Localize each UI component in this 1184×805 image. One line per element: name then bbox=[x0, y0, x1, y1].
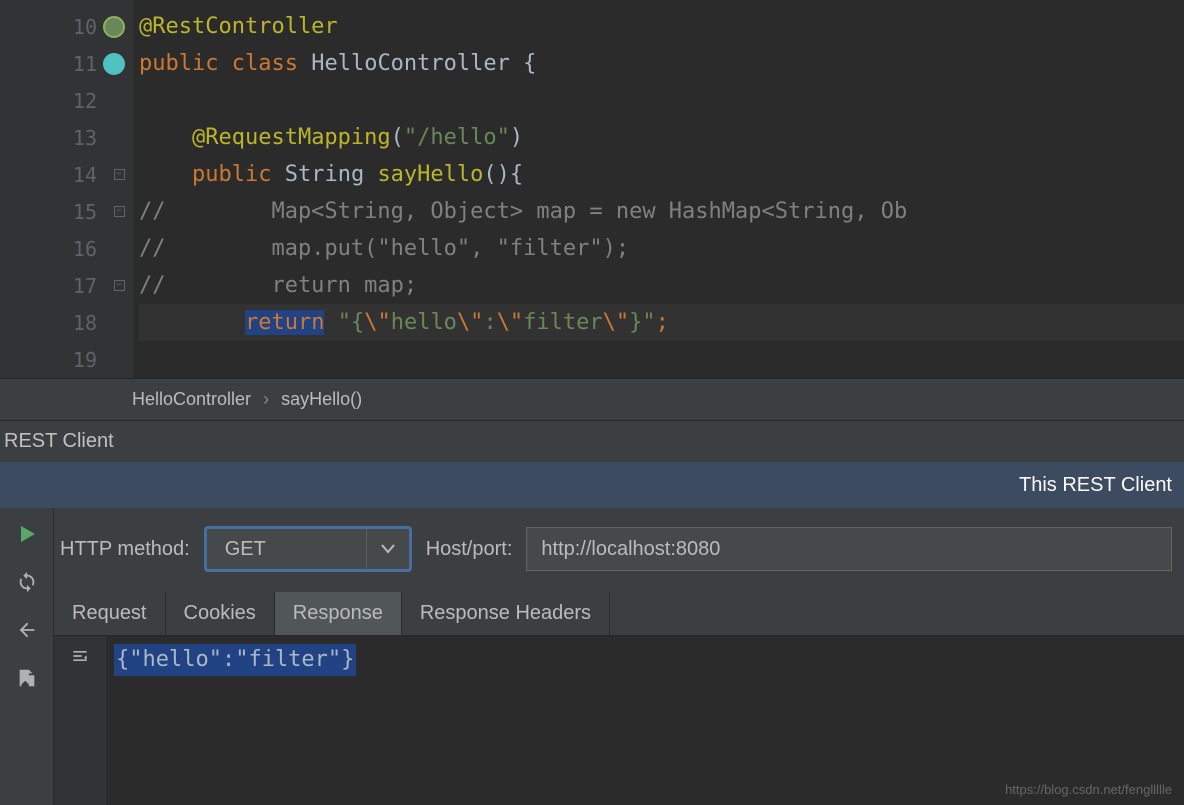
line-number: 16 bbox=[0, 230, 97, 267]
line-number: 19 bbox=[0, 341, 97, 378]
code-line[interactable]: @RestController bbox=[139, 8, 1184, 45]
run-icon[interactable] bbox=[15, 522, 39, 546]
line-number: 15 bbox=[0, 193, 97, 230]
code-line[interactable]: // Map<String, Object> map = new HashMap… bbox=[139, 193, 1184, 230]
fold-marker bbox=[105, 82, 133, 119]
code-line[interactable]: @RequestMapping("/hello") bbox=[139, 119, 1184, 156]
line-number-gutter: 10111213141516171819 bbox=[0, 0, 105, 378]
back-icon[interactable] bbox=[15, 618, 39, 642]
code-line[interactable] bbox=[139, 82, 1184, 119]
export-icon[interactable] bbox=[15, 666, 39, 690]
host-port-value: http://localhost:8080 bbox=[541, 538, 720, 561]
fold-marker bbox=[105, 119, 133, 156]
fold-marker bbox=[105, 304, 133, 341]
request-row: HTTP method: GET Host/port: http://local… bbox=[54, 508, 1184, 592]
breadcrumb[interactable]: HelloController › sayHello() bbox=[0, 378, 1184, 420]
tab-cookies[interactable]: Cookies bbox=[166, 592, 275, 635]
breadcrumb-method[interactable]: sayHello() bbox=[281, 389, 362, 410]
fold-marker bbox=[105, 230, 133, 267]
fold-marker bbox=[105, 341, 133, 378]
tab-response-headers[interactable]: Response Headers bbox=[402, 592, 610, 635]
line-number: 17 bbox=[0, 267, 97, 304]
code-line[interactable] bbox=[139, 341, 1184, 378]
response-gutter bbox=[54, 636, 106, 805]
tab-request[interactable]: Request bbox=[54, 592, 166, 635]
watermark: https://blog.csdn.net/fengllllle bbox=[1005, 782, 1172, 797]
fold-marker[interactable]: − bbox=[105, 193, 133, 230]
method-label: HTTP method: bbox=[60, 538, 190, 561]
line-number: 14 bbox=[0, 156, 97, 193]
check-icon[interactable] bbox=[103, 16, 125, 38]
code-line[interactable]: // return map; bbox=[139, 267, 1184, 304]
client-main: HTTP method: GET Host/port: http://local… bbox=[54, 508, 1184, 805]
line-number: 18 bbox=[0, 304, 97, 341]
tab-response[interactable]: Response bbox=[275, 592, 402, 635]
notice-bar: This REST Client bbox=[0, 462, 1184, 508]
response-content[interactable]: {"hello":"filter"} bbox=[106, 636, 1184, 805]
icon-rail bbox=[0, 508, 54, 805]
fold-marker[interactable]: − bbox=[105, 267, 133, 304]
code-editor[interactable]: 10111213141516171819 −−− @RestController… bbox=[0, 0, 1184, 378]
panel-title[interactable]: REST Client bbox=[0, 420, 1184, 462]
line-number: 13 bbox=[0, 119, 97, 156]
code-line[interactable]: // map.put("hello", "filter"); bbox=[139, 230, 1184, 267]
line-number: 12 bbox=[0, 82, 97, 119]
line-number: 11 bbox=[0, 45, 97, 82]
fold-marker[interactable]: − bbox=[105, 156, 133, 193]
class-icon[interactable] bbox=[103, 53, 125, 75]
code-line[interactable]: public class HelloController { bbox=[139, 45, 1184, 82]
http-method-value: GET bbox=[207, 529, 367, 569]
chevron-down-icon[interactable] bbox=[367, 529, 409, 569]
breadcrumb-separator: › bbox=[263, 389, 269, 410]
response-text: {"hello":"filter"} bbox=[114, 644, 356, 676]
notice-text: This REST Client bbox=[1019, 474, 1172, 497]
response-tabs: RequestCookiesResponseResponse Headers bbox=[54, 592, 1184, 636]
host-label: Host/port: bbox=[426, 538, 513, 561]
code-line[interactable]: public String sayHello(){ bbox=[139, 156, 1184, 193]
code-line[interactable]: return "{\"hello\":\"filter\"}"; bbox=[139, 304, 1184, 341]
panel-title-text: REST Client bbox=[4, 430, 114, 453]
response-body: {"hello":"filter"} bbox=[54, 636, 1184, 805]
breadcrumb-class[interactable]: HelloController bbox=[132, 389, 251, 410]
refresh-icon[interactable] bbox=[15, 570, 39, 594]
code-content[interactable]: @RestControllerpublic class HelloControl… bbox=[133, 0, 1184, 378]
host-port-input[interactable]: http://localhost:8080 bbox=[526, 527, 1172, 571]
rest-client-panel: HTTP method: GET Host/port: http://local… bbox=[0, 508, 1184, 805]
wrap-icon[interactable] bbox=[70, 646, 90, 666]
line-number: 10 bbox=[0, 8, 97, 45]
http-method-select[interactable]: GET bbox=[204, 526, 412, 572]
